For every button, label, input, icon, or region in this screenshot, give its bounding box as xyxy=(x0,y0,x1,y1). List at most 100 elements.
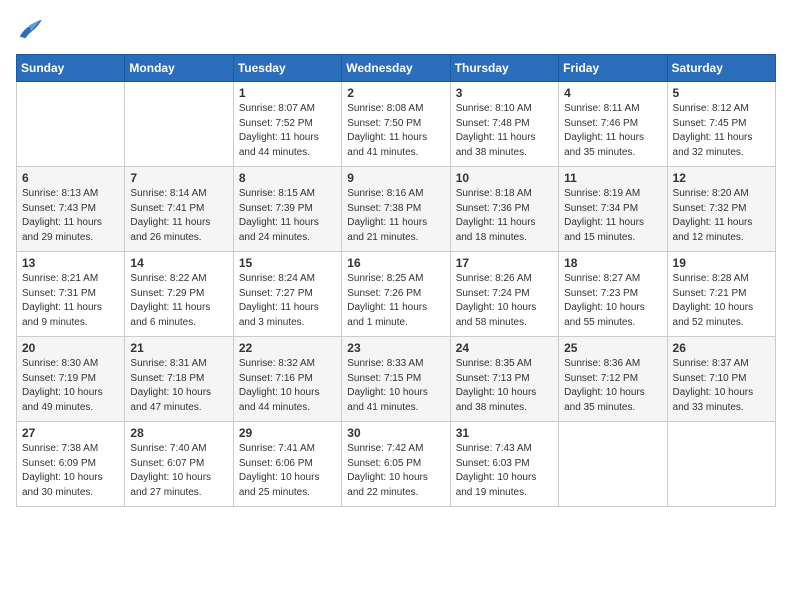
day-info: Sunrise: 8:30 AM Sunset: 7:19 PM Dayligh… xyxy=(22,357,119,415)
col-header-wednesday: Wednesday xyxy=(342,55,450,82)
col-header-sunday: Sunday xyxy=(17,55,125,82)
day-number: 4 xyxy=(564,86,661,100)
calendar-cell: 1 Sunrise: 8:07 AM Sunset: 7:52 PM Daylig… xyxy=(233,82,341,167)
calendar-table: SundayMondayTuesdayWednesdayThursdayFrid… xyxy=(16,54,776,507)
day-info: Sunrise: 7:40 AM Sunset: 6:07 PM Dayligh… xyxy=(130,442,227,500)
day-number: 15 xyxy=(239,256,336,270)
day-info: Sunrise: 8:13 AM Sunset: 7:43 PM Dayligh… xyxy=(22,187,119,245)
week-row-2: 6 Sunrise: 8:13 AM Sunset: 7:43 PM Daylig… xyxy=(17,167,776,252)
calendar-cell: 3 Sunrise: 8:10 AM Sunset: 7:48 PM Daylig… xyxy=(450,82,558,167)
day-info: Sunrise: 7:38 AM Sunset: 6:09 PM Dayligh… xyxy=(22,442,119,500)
day-info: Sunrise: 8:24 AM Sunset: 7:27 PM Dayligh… xyxy=(239,272,336,330)
day-number: 20 xyxy=(22,341,119,355)
day-info: Sunrise: 8:19 AM Sunset: 7:34 PM Dayligh… xyxy=(564,187,661,245)
calendar-cell: 27Sunrise: 7:38 AM Sunset: 6:09 PM Dayli… xyxy=(17,422,125,507)
day-number: 19 xyxy=(673,256,770,270)
calendar-cell: 5 Sunrise: 8:12 AM Sunset: 7:45 PM Daylig… xyxy=(667,82,775,167)
day-info: Sunrise: 7:42 AM Sunset: 6:05 PM Dayligh… xyxy=(347,442,444,500)
calendar-cell: 17Sunrise: 8:26 AM Sunset: 7:24 PM Dayli… xyxy=(450,252,558,337)
calendar-cell: 14 Sunrise: 8:22 AM Sunset: 7:29 PM Dayli… xyxy=(125,252,233,337)
calendar-cell: 22 Sunrise: 8:32 AM Sunset: 7:16 PM Dayli… xyxy=(233,337,341,422)
calendar-cell: 11 Sunrise: 8:19 AM Sunset: 7:34 PM Dayli… xyxy=(559,167,667,252)
day-number: 3 xyxy=(456,86,553,100)
day-number: 31 xyxy=(456,426,553,440)
day-number: 26 xyxy=(673,341,770,355)
calendar-cell: 15 Sunrise: 8:24 AM Sunset: 7:27 PM Dayli… xyxy=(233,252,341,337)
day-info: Sunrise: 7:41 AM Sunset: 6:06 PM Dayligh… xyxy=(239,442,336,500)
day-info: Sunrise: 8:33 AM Sunset: 7:15 PM Dayligh… xyxy=(347,357,444,415)
week-row-1: 1 Sunrise: 8:07 AM Sunset: 7:52 PM Daylig… xyxy=(17,82,776,167)
day-number: 7 xyxy=(130,171,227,185)
calendar-cell: 26 Sunrise: 8:37 AM Sunset: 7:10 PM Dayli… xyxy=(667,337,775,422)
calendar-cell: 25 Sunrise: 8:36 AM Sunset: 7:12 PM Dayli… xyxy=(559,337,667,422)
day-info: Sunrise: 8:25 AM Sunset: 7:26 PM Dayligh… xyxy=(347,272,444,330)
day-number: 17 xyxy=(456,256,553,270)
day-number: 22 xyxy=(239,341,336,355)
calendar-cell xyxy=(17,82,125,167)
calendar-cell: 2Sunrise: 8:08 AM Sunset: 7:50 PM Daylig… xyxy=(342,82,450,167)
week-row-5: 27Sunrise: 7:38 AM Sunset: 6:09 PM Dayli… xyxy=(17,422,776,507)
day-number: 16 xyxy=(347,256,444,270)
calendar-cell: 30 Sunrise: 7:42 AM Sunset: 6:05 PM Dayli… xyxy=(342,422,450,507)
col-header-friday: Friday xyxy=(559,55,667,82)
day-info: Sunrise: 8:37 AM Sunset: 7:10 PM Dayligh… xyxy=(673,357,770,415)
day-number: 2 xyxy=(347,86,444,100)
week-row-4: 20 Sunrise: 8:30 AM Sunset: 7:19 PM Dayli… xyxy=(17,337,776,422)
day-number: 13 xyxy=(22,256,119,270)
day-info: Sunrise: 8:14 AM Sunset: 7:41 PM Dayligh… xyxy=(130,187,227,245)
day-info: Sunrise: 8:32 AM Sunset: 7:16 PM Dayligh… xyxy=(239,357,336,415)
logo-bird-icon xyxy=(16,16,44,44)
day-info: Sunrise: 8:20 AM Sunset: 7:32 PM Dayligh… xyxy=(673,187,770,245)
day-number: 29 xyxy=(239,426,336,440)
calendar-cell xyxy=(667,422,775,507)
week-row-3: 13 Sunrise: 8:21 AM Sunset: 7:31 PM Dayli… xyxy=(17,252,776,337)
day-info: Sunrise: 8:36 AM Sunset: 7:12 PM Dayligh… xyxy=(564,357,661,415)
day-number: 9 xyxy=(347,171,444,185)
day-number: 11 xyxy=(564,171,661,185)
calendar-cell: 23Sunrise: 8:33 AM Sunset: 7:15 PM Dayli… xyxy=(342,337,450,422)
day-number: 12 xyxy=(673,171,770,185)
day-number: 21 xyxy=(130,341,227,355)
header-row: SundayMondayTuesdayWednesdayThursdayFrid… xyxy=(17,55,776,82)
day-number: 30 xyxy=(347,426,444,440)
day-info: Sunrise: 8:11 AM Sunset: 7:46 PM Dayligh… xyxy=(564,102,661,160)
calendar-cell: 18 Sunrise: 8:27 AM Sunset: 7:23 PM Dayli… xyxy=(559,252,667,337)
calendar-cell: 21Sunrise: 8:31 AM Sunset: 7:18 PM Dayli… xyxy=(125,337,233,422)
day-info: Sunrise: 8:12 AM Sunset: 7:45 PM Dayligh… xyxy=(673,102,770,160)
calendar-cell: 9 Sunrise: 8:16 AM Sunset: 7:38 PM Daylig… xyxy=(342,167,450,252)
day-number: 5 xyxy=(673,86,770,100)
calendar-cell: 12 Sunrise: 8:20 AM Sunset: 7:32 PM Dayli… xyxy=(667,167,775,252)
calendar-cell: 28 Sunrise: 7:40 AM Sunset: 6:07 PM Dayli… xyxy=(125,422,233,507)
calendar-cell: 7 Sunrise: 8:14 AM Sunset: 7:41 PM Daylig… xyxy=(125,167,233,252)
calendar-cell: 6 Sunrise: 8:13 AM Sunset: 7:43 PM Daylig… xyxy=(17,167,125,252)
day-info: Sunrise: 8:07 AM Sunset: 7:52 PM Dayligh… xyxy=(239,102,336,160)
calendar-cell: 31 Sunrise: 7:43 AM Sunset: 6:03 PM Dayli… xyxy=(450,422,558,507)
calendar-cell xyxy=(559,422,667,507)
day-number: 1 xyxy=(239,86,336,100)
calendar-cell: 13 Sunrise: 8:21 AM Sunset: 7:31 PM Dayli… xyxy=(17,252,125,337)
calendar-cell: 20 Sunrise: 8:30 AM Sunset: 7:19 PM Dayli… xyxy=(17,337,125,422)
calendar-cell: 8Sunrise: 8:15 AM Sunset: 7:39 PM Daylig… xyxy=(233,167,341,252)
day-number: 8 xyxy=(239,171,336,185)
day-info: Sunrise: 8:18 AM Sunset: 7:36 PM Dayligh… xyxy=(456,187,553,245)
calendar-cell: 29 Sunrise: 7:41 AM Sunset: 6:06 PM Dayli… xyxy=(233,422,341,507)
calendar-cell: 4 Sunrise: 8:11 AM Sunset: 7:46 PM Daylig… xyxy=(559,82,667,167)
logo xyxy=(16,16,48,44)
day-info: Sunrise: 8:28 AM Sunset: 7:21 PM Dayligh… xyxy=(673,272,770,330)
calendar-cell: 10Sunrise: 8:18 AM Sunset: 7:36 PM Dayli… xyxy=(450,167,558,252)
day-info: Sunrise: 8:16 AM Sunset: 7:38 PM Dayligh… xyxy=(347,187,444,245)
col-header-monday: Monday xyxy=(125,55,233,82)
day-info: Sunrise: 8:10 AM Sunset: 7:48 PM Dayligh… xyxy=(456,102,553,160)
day-number: 6 xyxy=(22,171,119,185)
day-info: Sunrise: 7:43 AM Sunset: 6:03 PM Dayligh… xyxy=(456,442,553,500)
col-header-tuesday: Tuesday xyxy=(233,55,341,82)
day-info: Sunrise: 8:22 AM Sunset: 7:29 PM Dayligh… xyxy=(130,272,227,330)
day-number: 18 xyxy=(564,256,661,270)
day-number: 14 xyxy=(130,256,227,270)
day-number: 28 xyxy=(130,426,227,440)
col-header-thursday: Thursday xyxy=(450,55,558,82)
day-info: Sunrise: 8:21 AM Sunset: 7:31 PM Dayligh… xyxy=(22,272,119,330)
day-info: Sunrise: 8:27 AM Sunset: 7:23 PM Dayligh… xyxy=(564,272,661,330)
day-number: 25 xyxy=(564,341,661,355)
day-info: Sunrise: 8:35 AM Sunset: 7:13 PM Dayligh… xyxy=(456,357,553,415)
